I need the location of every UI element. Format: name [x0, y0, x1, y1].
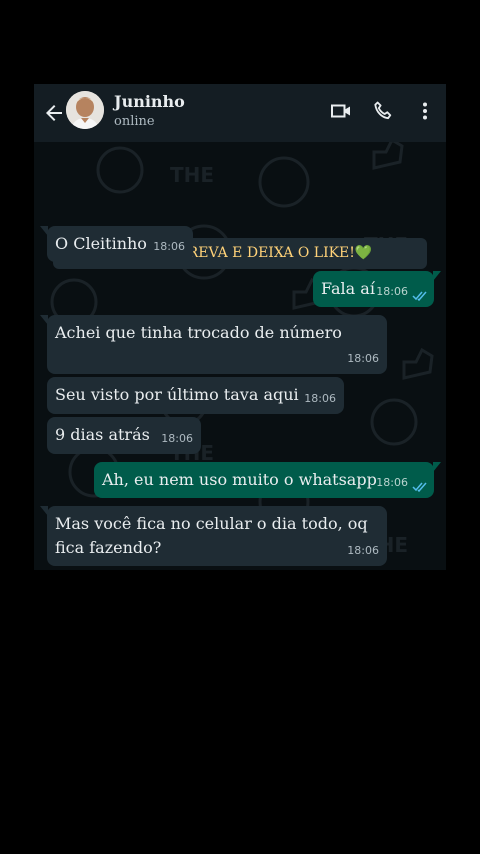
chat-header: Juninho online [34, 84, 446, 142]
message-incoming[interactable]: Seu visto por último tava aqui 18:06 [47, 377, 344, 414]
more-vertical-icon[interactable] [413, 99, 437, 123]
read-receipt-icon [412, 291, 427, 301]
message-text-line: Mas você fica no celular o dia todo, oq [55, 514, 368, 533]
arrow-left-icon[interactable] [42, 101, 66, 125]
message-text: Fala aí [321, 279, 375, 298]
message-time: 18:06 [376, 476, 408, 489]
message-time: 18:06 [161, 432, 193, 445]
contact-status: online [114, 114, 155, 129]
message-text: 9 dias atrás [55, 425, 150, 444]
message-text: Ah, eu nem uso muito o whatsapp [102, 470, 377, 489]
message-incoming[interactable]: Mas você fica no celular o dia todo, oq … [40, 506, 387, 566]
message-time: 18:06 [304, 392, 336, 405]
message-time: 18:06 [376, 285, 408, 298]
message-incoming[interactable]: 9 dias atrás 18:06 [47, 417, 201, 454]
message-outgoing[interactable]: Fala aí 18:06 [313, 271, 441, 307]
phone-icon[interactable] [371, 99, 395, 123]
message-incoming[interactable]: Achei que tinha trocado de número 18:06 [40, 315, 387, 374]
contact-name[interactable]: Juninho [114, 92, 185, 111]
message-text: Seu visto por último tava aqui [55, 385, 299, 404]
svg-text:THE: THE [170, 163, 214, 187]
message-text: Achei que tinha trocado de número [55, 323, 342, 342]
message-time: 18:06 [347, 352, 379, 365]
message-text-line: fica fazendo? [55, 538, 162, 557]
message-text: O Cleitinho [55, 234, 147, 253]
video-call-icon[interactable] [329, 99, 353, 123]
read-receipt-icon [412, 482, 427, 492]
message-time: 18:06 [153, 240, 185, 253]
message-time: 18:06 [347, 544, 379, 557]
chat-screen: THE THE THE THE 🔒SE INSCREVA E DEIXA O L… [34, 84, 446, 570]
avatar[interactable] [66, 91, 104, 129]
message-outgoing[interactable]: Ah, eu nem uso muito o whatsapp 18:06 [94, 462, 441, 498]
message-incoming[interactable]: O Cleitinho 18:06 [40, 226, 193, 262]
